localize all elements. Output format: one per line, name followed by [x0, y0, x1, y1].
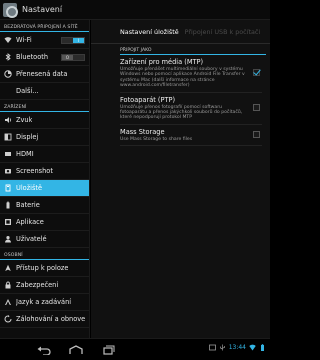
home-icon[interactable] [68, 344, 84, 356]
tab-usb-connection[interactable]: Připojení USB k počítači [185, 28, 261, 36]
sidebar-item-wifi[interactable]: Wi-Fi I [0, 32, 89, 49]
back-icon[interactable] [36, 344, 52, 356]
sidebar-item-label: Aplikace [16, 218, 44, 226]
option-mtp[interactable]: Zařízení pro média (MTP) Umožňuje přenáš… [120, 55, 262, 93]
sidebar-item-label: Wi-Fi [16, 36, 32, 44]
sidebar-item-language[interactable]: Jazyk a zadávání [0, 294, 89, 311]
option-description: Umožňuje přenášet multimediální soubory … [120, 67, 245, 89]
system-navigation-bar: 13:44 [0, 338, 270, 360]
sidebar-item-label: Displej [16, 133, 39, 141]
sidebar-item-label: Zabezpečení [16, 281, 59, 289]
option-description: Use Mass Storage to share files [120, 136, 193, 142]
ptp-checkbox[interactable] [253, 104, 260, 112]
option-title: Mass Storage [120, 127, 165, 136]
settings-app-icon[interactable] [3, 2, 18, 18]
section-header-wireless: BEZDRÁTOVÁ PŘIPOJENÍ A SÍTĚ [0, 20, 89, 32]
usb-icon [219, 344, 226, 351]
sidebar-item-label: Další... [16, 87, 39, 95]
option-title: Zařízení pro média (MTP) [120, 58, 204, 66]
sidebar-item-screenshot[interactable]: Screenshot [0, 163, 89, 180]
hdmi-icon [4, 150, 12, 158]
wifi-toggle[interactable]: I [61, 37, 85, 44]
apps-icon [4, 218, 12, 226]
status-area[interactable]: 13:44 [208, 344, 266, 351]
sidebar-item-more[interactable]: Další... [0, 83, 89, 100]
screenshot-icon [4, 167, 12, 175]
wifi-signal-icon [249, 344, 256, 351]
storage-tabs: Nastavení úložiště Připojení USB k počít… [91, 20, 270, 44]
sidebar-item-display[interactable]: Displej [0, 129, 89, 146]
window-title: Nastavení [22, 5, 63, 14]
sidebar-item-storage[interactable]: Úložiště [0, 180, 89, 197]
sidebar-item-backup[interactable]: Zálohování a obnove [0, 311, 89, 328]
option-ptp[interactable]: Fotoaparát (PTP) Umožňuje přenos fotogra… [120, 93, 262, 125]
lock-icon [4, 281, 12, 289]
section-header-device: ZAŘÍZENÍ [0, 100, 89, 112]
mass-storage-checkbox[interactable] [253, 131, 260, 139]
language-icon [4, 298, 12, 306]
data-usage-icon [4, 70, 12, 78]
sidebar-item-users[interactable]: Uživatelé [0, 231, 89, 248]
sidebar-item-label: Zálohování a obnove [16, 315, 86, 323]
bluetooth-icon [4, 53, 12, 61]
sidebar-item-label: Screenshot [16, 167, 53, 175]
backup-icon [4, 315, 12, 323]
settings-sidebar: BEZDRÁTOVÁ PŘIPOJENÍ A SÍTĚ Wi-Fi I Blue… [0, 20, 90, 338]
speaker-icon [4, 116, 12, 124]
option-description: Umožňuje přenos fotografií pomocí softwa… [120, 104, 243, 121]
option-title: Fotoaparát (PTP) [120, 95, 176, 104]
sidebar-item-label: Bluetooth [16, 53, 49, 61]
title-bar: Nastavení [0, 0, 270, 20]
sidebar-item-bluetooth[interactable]: Bluetooth O [0, 49, 89, 66]
sidebar-item-label: Uživatelé [16, 235, 47, 243]
recent-apps-icon[interactable] [100, 344, 116, 356]
sidebar-item-apps[interactable]: Aplikace [0, 214, 89, 231]
section-header-personal: OSOBNÍ [0, 248, 89, 260]
screenshot-notification-icon [208, 344, 216, 351]
bluetooth-toggle[interactable]: O [61, 54, 85, 61]
display-icon [4, 133, 12, 141]
battery-icon [4, 201, 12, 209]
sidebar-item-sound[interactable]: Zvuk [0, 112, 89, 129]
sidebar-item-location[interactable]: Přístup k poloze [0, 260, 89, 277]
sidebar-item-label: Zvuk [16, 116, 33, 124]
sidebar-item-battery[interactable]: Baterie [0, 197, 89, 214]
sidebar-item-hdmi[interactable]: HDMI [0, 146, 89, 163]
mtp-checkbox[interactable] [253, 69, 260, 77]
sidebar-item-label: Jazyk a zadávání [16, 298, 72, 306]
location-icon [4, 264, 12, 272]
storage-settings-panel: Nastavení úložiště Připojení USB k počít… [91, 20, 270, 338]
sidebar-item-data-usage[interactable]: Přenesená data [0, 66, 89, 83]
storage-icon [4, 184, 12, 192]
sidebar-item-label: Přenesená data [16, 70, 68, 78]
users-icon [4, 235, 12, 243]
sidebar-item-security[interactable]: Zabezpečení [0, 277, 89, 294]
battery-status-icon [259, 344, 266, 351]
sidebar-item-label: Úložiště [16, 184, 43, 192]
clock: 13:44 [228, 344, 246, 351]
sidebar-item-label: Baterie [16, 201, 40, 209]
section-header-connect-as: PŘIPOJIT JAKO [120, 44, 266, 55]
sidebar-item-label: HDMI [16, 150, 34, 158]
sidebar-item-label: Přístup k poloze [16, 264, 69, 272]
option-mass-storage[interactable]: Mass Storage Use Mass Storage to share f… [120, 125, 262, 147]
wifi-icon [4, 36, 12, 44]
tab-storage-settings[interactable]: Nastavení úložiště [120, 28, 179, 36]
